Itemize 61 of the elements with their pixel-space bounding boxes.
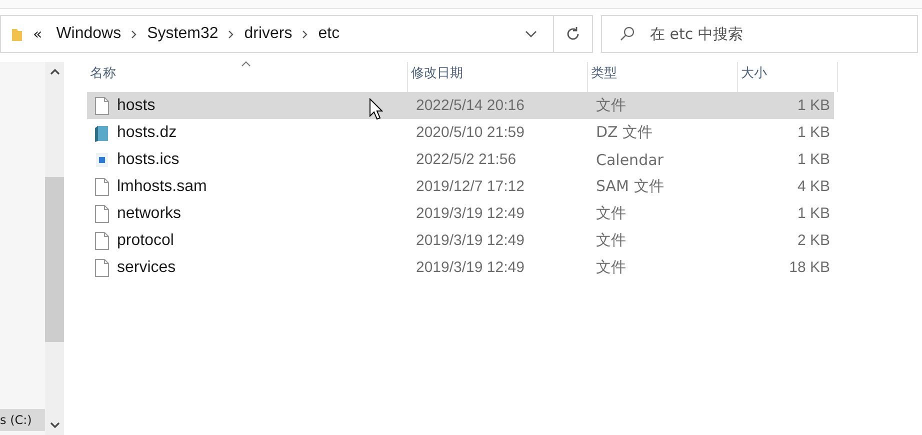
nav-item[interactable]: s (C:): [0, 409, 45, 431]
file-icon: [94, 258, 110, 278]
table-cell-text: 文件: [595, 96, 627, 115]
chevron-icon[interactable]: [228, 30, 234, 38]
table-cell-text: 1 KB: [796, 151, 831, 168]
breadcrumb[interactable]: drivers: [240, 25, 296, 43]
search-icon: [619, 26, 635, 42]
refresh-icon: [565, 26, 581, 42]
table-cell-text: 1 KB: [796, 97, 831, 114]
table-cell-text: 2019/12/7 17:12: [415, 178, 526, 195]
table-cell-text: 2022/5/14 20:16: [415, 97, 526, 114]
breadcrumb[interactable]: Windows: [52, 25, 126, 43]
table-cell-text: Calendar: [595, 150, 664, 168]
scrollbar[interactable]: [45, 62, 64, 435]
table-cell-text: 文件: [595, 204, 627, 223]
file-row[interactable]: protocol 2019/3/19 12:49 文件 2 KB: [87, 227, 834, 254]
scroll-up-icon[interactable]: [50, 68, 60, 75]
scroll-thumb[interactable]: [45, 177, 64, 342]
file-name: protocol: [117, 232, 174, 250]
table-cell-text: 2022/5/2 21:56: [415, 151, 518, 168]
file-name: services: [117, 258, 176, 276]
table-cell-text: 1 KB: [796, 124, 831, 141]
chevron-icon[interactable]: [131, 30, 138, 38]
file-name: hosts: [117, 96, 156, 114]
sort-icon: [241, 61, 251, 67]
folder-icon: [11, 26, 23, 42]
file-icon: [94, 176, 110, 196]
file-name: hosts.ics: [117, 150, 180, 168]
breadcrumb[interactable]: etc: [314, 25, 344, 43]
table-cell-text: 4 KB: [796, 178, 831, 195]
table-cell-text: 2020/5/10 21:59: [415, 124, 526, 141]
file-name: networks: [117, 204, 182, 222]
overflow-chevron[interactable]: «: [33, 25, 42, 43]
table-cell-text: SAM 文件: [595, 177, 665, 196]
file-name: lmhosts.sam: [117, 178, 207, 196]
dropdown-icon[interactable]: [525, 30, 537, 38]
file-row[interactable]: hosts.dz 2020/5/10 21:59 DZ 文件 1 KB: [87, 119, 834, 146]
table-cell-text: 2019/3/19 12:49: [415, 232, 526, 249]
table-cell-text: 文件: [595, 231, 627, 250]
file-icon: [94, 230, 110, 250]
table-cell-text: DZ 文件: [595, 123, 654, 142]
table-cell-text: 2019/3/19 12:49: [415, 259, 526, 276]
file-icon: [94, 96, 110, 116]
file-row[interactable]: services 2019/3/19 12:49 文件 18 KB: [87, 254, 834, 281]
table-cell-text: 2 KB: [796, 232, 831, 249]
chevron-icon[interactable]: [302, 30, 308, 38]
table-cell-text: 1 KB: [796, 205, 831, 222]
file-name: hosts.dz: [117, 124, 177, 142]
scroll-down-icon[interactable]: [50, 422, 60, 429]
mouse-cursor-icon: [369, 98, 383, 120]
search-field[interactable]: 在 etc 中搜索: [601, 15, 918, 53]
file-row[interactable]: lmhosts.sam 2019/12/7 17:12 SAM 文件 4 KB: [87, 173, 834, 200]
table-cell-text: 文件: [595, 258, 627, 277]
table-cell-text: 2019/3/19 12:49: [415, 205, 526, 222]
file-icon: [94, 204, 110, 224]
file-row[interactable]: hosts.ics 2022/5/2 21:56 Calendar 1 KB: [87, 146, 834, 173]
breadcrumb[interactable]: System32: [143, 25, 222, 43]
file-row[interactable]: networks 2019/3/19 12:49 文件 1 KB: [87, 200, 834, 227]
table-cell-text: 18 KB: [788, 259, 831, 276]
file-row[interactable]: hosts 2022/5/14 20:16 文件 1 KB: [87, 92, 834, 119]
address-bar[interactable]: « Windows System32 drivers etc: [0, 15, 593, 53]
